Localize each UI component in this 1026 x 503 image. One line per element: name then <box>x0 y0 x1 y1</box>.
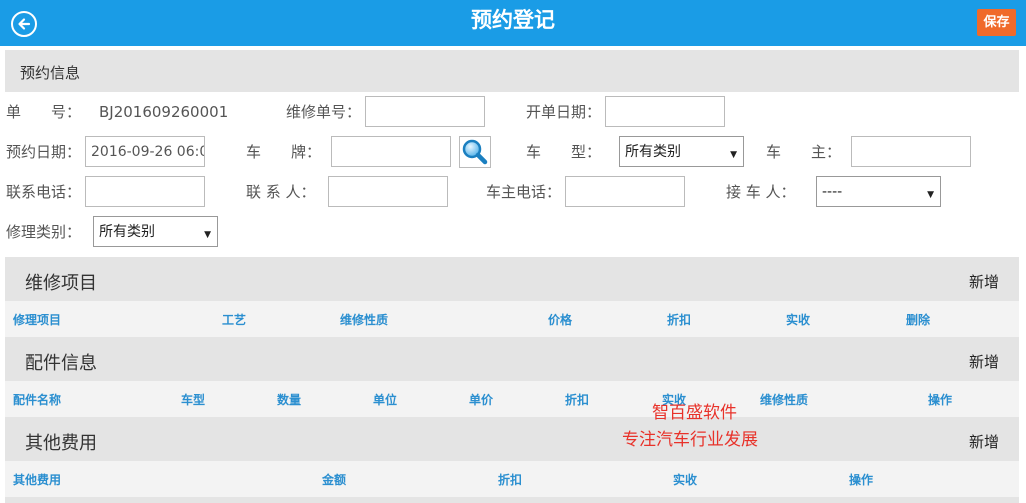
other-fees-column-header: 其他费用 金额 折扣 实收 操作 <box>5 461 1019 497</box>
parts-add-button[interactable]: 新增 <box>969 351 999 372</box>
column-header: 维修性质 <box>340 313 389 327</box>
parts-header: 配件信息 新增 <box>5 337 1019 381</box>
column-header: 实收 <box>673 473 698 487</box>
column-header: 操作 <box>928 393 953 407</box>
page-title: 预约登记 <box>471 8 555 32</box>
parts-title: 配件信息 <box>25 353 97 374</box>
receiver-label: 接 车 人： <box>726 183 796 201</box>
repair-items-title: 维修项目 <box>25 273 97 294</box>
repair-type-label: 修理类别： <box>6 223 82 241</box>
column-header: 价格 <box>548 313 573 327</box>
repair-items-header: 维修项目 新增 <box>5 257 1019 301</box>
plate-input[interactable] <box>331 136 451 167</box>
dropdown-arrow-icon: ▼ <box>730 150 737 160</box>
open-date-label: 开单日期： <box>526 103 602 121</box>
plate-label: 车 牌： <box>246 143 322 161</box>
back-arrow-icon <box>18 18 31 30</box>
bottom-section-edge <box>5 497 1019 503</box>
parts-column-header: 配件名称 车型 数量 单位 单价 折扣 实收 维修性质 操作 <box>5 381 1019 417</box>
model-label: 车 型： <box>526 143 602 161</box>
repair-items-add-button[interactable]: 新增 <box>969 271 999 292</box>
column-header: 金额 <box>322 473 347 487</box>
column-header: 单价 <box>469 393 494 407</box>
column-header: 单位 <box>373 393 398 407</box>
model-select[interactable]: 所有类别 ▼ <box>619 136 744 167</box>
column-header: 配件名称 <box>13 393 62 407</box>
receiver-select-value: ---- <box>822 184 843 200</box>
column-header: 折扣 <box>498 473 523 487</box>
owner-phone-input[interactable] <box>565 176 685 207</box>
booking-info-section-header: 预约信息 <box>5 50 1019 92</box>
booking-date-label: 预约日期： <box>6 143 82 161</box>
column-header: 数量 <box>277 393 302 407</box>
contact-phone-label: 联系电话： <box>6 183 82 201</box>
contact-phone-input[interactable] <box>85 176 205 207</box>
column-header: 删除 <box>906 313 931 327</box>
column-header: 折扣 <box>667 313 692 327</box>
order-no-value: BJ201609260001 <box>99 103 229 121</box>
owner-input[interactable] <box>851 136 971 167</box>
column-header: 折扣 <box>565 393 590 407</box>
order-no-label: 单 号： <box>6 103 82 121</box>
search-icon <box>462 139 488 165</box>
other-fees-title: 其他费用 <box>25 433 97 454</box>
booking-date-input[interactable]: 2016-09-26 06:09 <box>85 136 205 167</box>
owner-label: 车 主： <box>766 143 842 161</box>
repair-type-select[interactable]: 所有类别 ▼ <box>93 216 218 247</box>
column-header: 修理项目 <box>13 313 62 327</box>
plate-search-button[interactable] <box>459 136 491 168</box>
dropdown-arrow-icon: ▼ <box>927 190 934 200</box>
contact-person-input[interactable] <box>328 176 448 207</box>
column-header: 其他费用 <box>13 473 62 487</box>
repair-no-input[interactable] <box>365 96 485 127</box>
column-header: 工艺 <box>222 313 247 327</box>
repair-items-column-header: 修理项目 工艺 维修性质 价格 折扣 实收 删除 <box>5 301 1019 337</box>
top-bar: 预约登记 保存 <box>0 0 1026 46</box>
contact-person-label: 联 系 人： <box>246 183 316 201</box>
receiver-select[interactable]: ---- ▼ <box>816 176 941 207</box>
dropdown-arrow-icon: ▼ <box>204 230 211 240</box>
watermark-brand: 智百盛软件 <box>652 403 737 423</box>
column-header: 维修性质 <box>760 393 809 407</box>
back-button[interactable] <box>11 11 37 37</box>
watermark-slogan: 专注汽车行业发展 <box>622 430 758 450</box>
repair-no-label: 维修单号： <box>286 103 362 121</box>
other-fees-header: 其他费用 新增 <box>5 417 1019 461</box>
owner-phone-label: 车主电话： <box>486 183 562 201</box>
section-title: 预约信息 <box>20 64 81 82</box>
repair-type-select-value: 所有类别 <box>99 224 155 240</box>
column-header: 实收 <box>786 313 811 327</box>
column-header: 车型 <box>181 393 206 407</box>
other-fees-add-button[interactable]: 新增 <box>969 431 999 452</box>
open-date-input[interactable] <box>605 96 725 127</box>
save-button[interactable]: 保存 <box>977 9 1016 36</box>
model-select-value: 所有类别 <box>625 144 681 160</box>
column-header: 操作 <box>849 473 874 487</box>
